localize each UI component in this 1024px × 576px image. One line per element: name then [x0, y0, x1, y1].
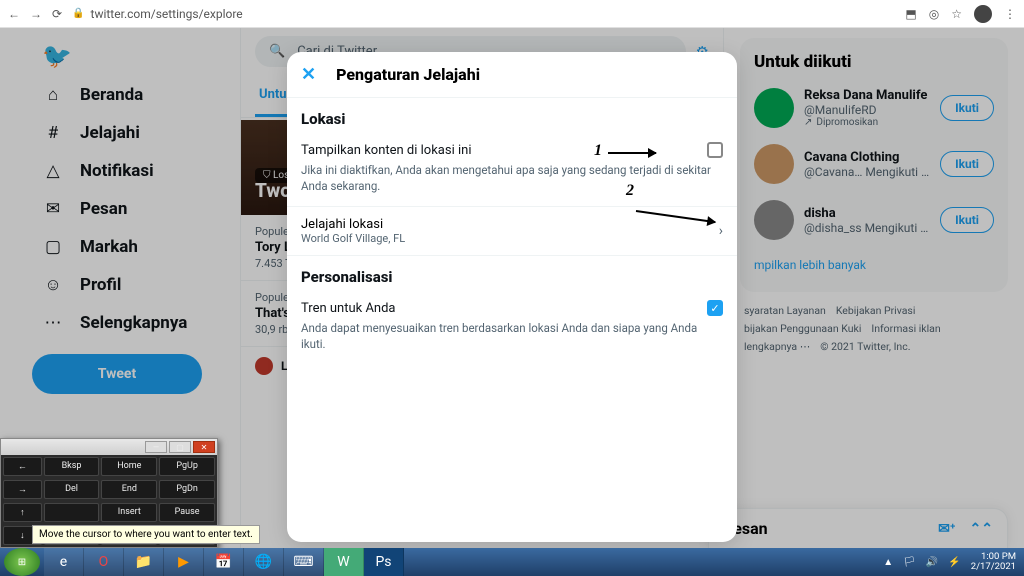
taskbar-clock[interactable]: 1:00 PM 2/17/2021 [971, 552, 1016, 573]
extension-icon[interactable]: ☆ [951, 7, 962, 21]
key-pgdn[interactable]: PgDn [159, 480, 215, 499]
browser-toolbar: ← → ⟳ 🔒 twitter.com/settings/explore ⬒ ◎… [0, 0, 1024, 28]
lock-icon: 🔒 [72, 8, 84, 19]
reload-button[interactable]: ⟳ [52, 7, 62, 21]
extension-icon[interactable]: ⬒ [905, 7, 916, 21]
minimize-button[interactable]: — [145, 441, 167, 453]
forward-button[interactable]: → [30, 7, 42, 21]
tray-icon[interactable]: ▲ [883, 557, 893, 568]
key-del[interactable]: Del [44, 480, 100, 499]
taskbar-app[interactable]: O [84, 548, 124, 576]
arrow-1 [608, 152, 656, 154]
back-button[interactable]: ← [8, 7, 20, 21]
windows-taskbar[interactable]: ⊞ e O 📁 ▶ 📅 🌐 ⌨ W Ps ▲ 🏳 🔊 ⚡ 1:00 PM 2/1… [0, 548, 1024, 576]
annotation-2: 2 [626, 182, 634, 200]
chevron-right-icon: › [719, 223, 723, 239]
explore-settings-modal: ✕ Pengaturan Jelajahi Lokasi Tampilkan k… [287, 52, 737, 542]
url-text: twitter.com/settings/explore [91, 7, 243, 21]
row-explore-location[interactable]: Jelajahi lokasi World Golf Village, FL › [287, 206, 737, 256]
modal-title: Pengaturan Jelajahi [336, 65, 480, 84]
taskbar-app[interactable]: 📁 [124, 548, 164, 576]
key[interactable] [44, 503, 100, 522]
tray-icon[interactable]: ⚡ [948, 557, 960, 568]
taskbar-app[interactable]: W [324, 548, 364, 576]
menu-icon[interactable]: ⋮ [1004, 7, 1016, 21]
key[interactable]: ← [3, 457, 42, 476]
section-personalization: Personalisasi [287, 256, 737, 290]
row-trends-for-you[interactable]: Tren untuk Anda ✓ [287, 290, 737, 320]
checkbox-trends[interactable]: ✓ [707, 300, 723, 316]
key-pause[interactable]: Pause [159, 503, 215, 522]
tray-icon[interactable]: 🔊 [926, 557, 938, 568]
close-icon[interactable]: ✕ [301, 64, 316, 85]
close-button[interactable]: ✕ [193, 441, 215, 453]
profile-avatar[interactable] [974, 5, 992, 23]
taskbar-app[interactable]: Ps [364, 548, 404, 576]
taskbar-app[interactable]: ⌨ [284, 548, 324, 576]
row-show-location-content[interactable]: Tampilkan konten di lokasi ini [287, 132, 737, 162]
tooltip: Move the cursor to where you want to ent… [32, 525, 260, 544]
tray-icon[interactable]: 🏳 [903, 557, 916, 568]
key[interactable]: ↑ [3, 503, 42, 522]
taskbar-app[interactable]: e [44, 548, 84, 576]
start-button[interactable]: ⊞ [4, 548, 40, 576]
section-location: Lokasi [287, 98, 737, 132]
checkbox-location[interactable] [707, 142, 723, 158]
key-end[interactable]: End [101, 480, 157, 499]
taskbar-app[interactable]: ▶ [164, 548, 204, 576]
annotation-1: 1 [594, 142, 602, 160]
key[interactable]: → [3, 480, 42, 499]
key-bksp[interactable]: Bksp [44, 457, 100, 476]
maximize-button[interactable]: ▢ [169, 441, 191, 453]
key-home[interactable]: Home [101, 457, 157, 476]
extension-icon[interactable]: ◎ [929, 7, 939, 21]
taskbar-app[interactable]: 🌐 [244, 548, 284, 576]
address-bar[interactable]: 🔒 twitter.com/settings/explore [72, 7, 895, 21]
taskbar-app[interactable]: 📅 [204, 548, 244, 576]
key-pgup[interactable]: PgUp [159, 457, 215, 476]
key-insert[interactable]: Insert [101, 503, 157, 522]
